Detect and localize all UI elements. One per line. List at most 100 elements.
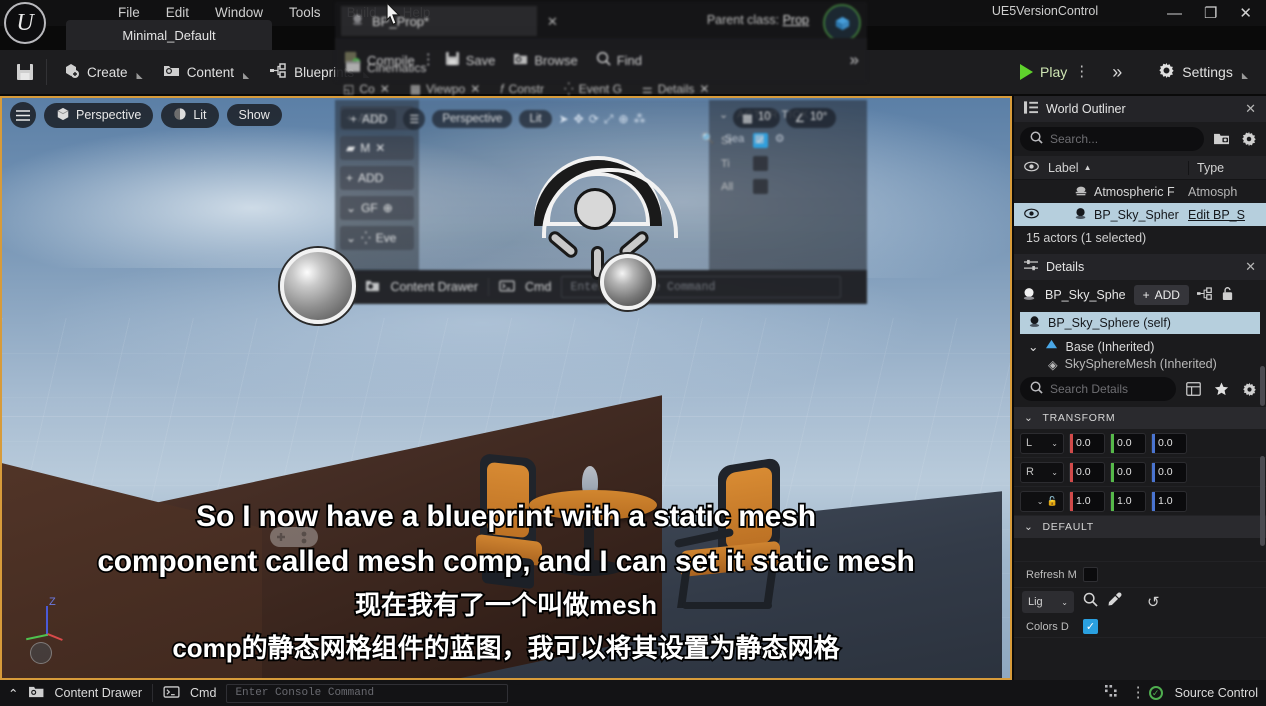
blueprint-tab-close-icon[interactable]: ✕ bbox=[547, 14, 558, 30]
world-space-icon[interactable]: ⊕ bbox=[618, 112, 628, 126]
details-scrollbar-2[interactable] bbox=[1260, 456, 1265, 546]
bp-tab-viewport[interactable]: ▦ Viewpo ✕ bbox=[402, 80, 489, 98]
viewport-lighting-button[interactable]: Lit bbox=[161, 102, 219, 128]
outliner-row-atmospheric-fog[interactable]: Atmospheric F Atmosph bbox=[1014, 180, 1266, 203]
chevron-down-icon[interactable]: ⌄ bbox=[719, 108, 729, 121]
rotation-y-input[interactable]: 0.0 bbox=[1110, 461, 1146, 483]
close-icon[interactable]: ✕ bbox=[470, 82, 480, 96]
details-grid-view-icon[interactable] bbox=[1182, 378, 1204, 400]
angle-snap-control[interactable]: ∠ 10° bbox=[785, 108, 837, 128]
bp-details-search[interactable]: 🔍 Sea ▦ ⚙ bbox=[701, 132, 785, 146]
settings-button[interactable]: Settings ◣ bbox=[1146, 58, 1260, 86]
lock-icon[interactable]: 🔓 bbox=[1047, 496, 1058, 507]
checkbox-icon[interactable] bbox=[753, 179, 768, 194]
rotation-type-select[interactable]: R ⌄ bbox=[1020, 461, 1064, 483]
viewport-nav-knob[interactable] bbox=[30, 642, 52, 664]
bp-tab-construction-assets[interactable]: ◱ Co ✕ bbox=[335, 80, 398, 98]
scale-type-select[interactable]: S ⌄ 🔓 bbox=[1020, 490, 1064, 512]
bp-my-blueprint-row[interactable]: ▰ M ✕ bbox=[340, 136, 414, 160]
bp-lighting-button[interactable]: Lit bbox=[519, 110, 552, 128]
toolbar-overflow-button[interactable]: » bbox=[1092, 62, 1142, 83]
lock-icon[interactable] bbox=[1221, 286, 1234, 304]
world-outliner-close-icon[interactable]: ✕ bbox=[1245, 101, 1256, 117]
color-search-icon[interactable] bbox=[1083, 592, 1098, 612]
content-drawer-button[interactable]: Content Drawer bbox=[54, 686, 142, 700]
gear-icon[interactable]: ⚙ bbox=[775, 132, 785, 145]
blueprint-badge-icon[interactable] bbox=[823, 4, 861, 42]
parent-class-value[interactable]: Prop bbox=[783, 13, 809, 27]
hamburger-icon[interactable]: ☰ bbox=[403, 108, 426, 130]
bp-add-variable-button[interactable]: + ADD bbox=[340, 166, 414, 190]
create-button[interactable]: Create ◣ bbox=[53, 58, 153, 86]
transform-location-row[interactable]: L ⌄ 0.0 0.0 0.0 bbox=[1014, 429, 1266, 458]
console-command-input[interactable]: Enter Console Command bbox=[226, 683, 509, 703]
bp-tab-event-graph[interactable]: ⁛ Event G bbox=[556, 80, 630, 98]
derived-data-icon[interactable] bbox=[1104, 684, 1119, 702]
actor-tick-row[interactable]: Ti bbox=[709, 152, 867, 175]
color-source-select[interactable]: Lig ⌄ bbox=[1022, 591, 1074, 613]
details-favorites-star-icon[interactable] bbox=[1210, 378, 1232, 400]
location-y-input[interactable]: 0.0 bbox=[1110, 432, 1146, 454]
content-drawer-chevron-icon[interactable]: ⌃ bbox=[8, 686, 18, 701]
play-options-icon[interactable]: ⋮ bbox=[1074, 64, 1089, 79]
bp-content-drawer-label[interactable]: Content Drawer bbox=[390, 280, 478, 294]
content-button[interactable]: Content ◣ bbox=[153, 58, 259, 86]
row-type-text[interactable]: Edit BP_S bbox=[1188, 208, 1266, 222]
type-column-header[interactable]: Type bbox=[1188, 160, 1266, 175]
colors-determined-row[interactable]: Colors D ✓ bbox=[1014, 616, 1266, 638]
location-z-input[interactable]: 0.0 bbox=[1151, 432, 1187, 454]
viewport-show-button[interactable]: Show bbox=[226, 104, 282, 126]
chevron-down-icon[interactable]: ⌄ bbox=[1024, 412, 1034, 424]
world-outliner-search-input[interactable]: Search... bbox=[1020, 127, 1204, 151]
scale-z-input[interactable]: 1.0 bbox=[1151, 490, 1187, 512]
chevron-down-icon[interactable]: ⌄ bbox=[346, 231, 356, 245]
save-icon[interactable] bbox=[10, 57, 40, 87]
menu-item-tools[interactable]: Tools bbox=[289, 5, 321, 20]
details-scrollbar[interactable] bbox=[1260, 366, 1265, 406]
world-outliner-tab[interactable]: World Outliner ✕ bbox=[1014, 96, 1266, 122]
reset-to-default-icon[interactable]: ↺ bbox=[1147, 593, 1160, 611]
browse-button[interactable]: Browse bbox=[504, 49, 586, 71]
move-tool-icon[interactable]: ✥ bbox=[574, 112, 584, 126]
label-column-header[interactable]: Label ▲ bbox=[1048, 161, 1188, 175]
bp-perspective-button[interactable]: Perspective bbox=[432, 110, 513, 128]
bp-save-button[interactable]: Save bbox=[436, 49, 505, 71]
add-component-button[interactable]: + ADD bbox=[1133, 285, 1189, 305]
close-icon[interactable]: ✕ bbox=[375, 141, 385, 155]
bp-transform-tools[interactable]: ➤ ✥ ⟳ ⤢ ⊕ ⁂ bbox=[559, 112, 646, 127]
grid-view-icon[interactable]: ▦ bbox=[754, 132, 764, 145]
transform-rotation-row[interactable]: R ⌄ 0.0 0.0 0.0 bbox=[1014, 458, 1266, 487]
default-row-blank[interactable] bbox=[1014, 538, 1266, 562]
maximize-button[interactable]: ❐ bbox=[1204, 4, 1217, 22]
scale-x-input[interactable]: 1.0 bbox=[1069, 490, 1105, 512]
blueprint-tab-bp-prop[interactable]: BP_Prop* bbox=[341, 6, 537, 36]
rotation-x-input[interactable]: 0.0 bbox=[1069, 461, 1105, 483]
outliner-row-bp-sky-sphere[interactable]: BP_Sky_Spher Edit BP_S bbox=[1014, 203, 1266, 226]
details-settings-gear-icon[interactable] bbox=[1238, 378, 1260, 400]
cmd-button[interactable]: Cmd bbox=[190, 686, 216, 700]
minimize-button[interactable]: — bbox=[1167, 5, 1182, 22]
blueprint-link-icon[interactable] bbox=[1196, 287, 1213, 303]
play-button[interactable]: Play ⋮ bbox=[1012, 60, 1089, 84]
refresh-material-checkbox[interactable] bbox=[1083, 567, 1098, 582]
checkbox-icon[interactable] bbox=[753, 156, 768, 171]
transform-section-header[interactable]: ⌄ TRANSFORM bbox=[1014, 407, 1266, 429]
default-section-header[interactable]: ⌄ DEFAULT bbox=[1014, 516, 1266, 538]
viewport-perspective-button[interactable]: Perspective bbox=[44, 102, 154, 128]
bp-toolbar-overflow-icon[interactable]: » bbox=[850, 50, 867, 70]
scale-tool-icon[interactable]: ⤢ bbox=[604, 112, 614, 127]
close-icon[interactable]: ✕ bbox=[699, 82, 709, 96]
outliner-settings-gear-icon[interactable] bbox=[1238, 128, 1260, 150]
details-close-icon[interactable]: ✕ bbox=[1245, 259, 1256, 275]
scale-y-input[interactable]: 1.0 bbox=[1110, 490, 1146, 512]
details-search-input[interactable]: Search Details bbox=[1020, 377, 1176, 401]
unreal-engine-logo-icon[interactable]: U bbox=[4, 2, 46, 44]
bp-cmd-label[interactable]: Cmd bbox=[525, 280, 551, 294]
chevron-down-icon[interactable]: ⌄ bbox=[1024, 521, 1034, 533]
row-visibility-toggle[interactable] bbox=[1014, 208, 1048, 222]
hamburger-icon[interactable] bbox=[10, 102, 36, 128]
create-folder-icon[interactable] bbox=[1210, 128, 1232, 150]
find-button[interactable]: Find bbox=[587, 49, 651, 71]
grid-snap-control[interactable]: ▦ 10 bbox=[733, 108, 780, 128]
refresh-material-row[interactable]: Refresh M bbox=[1014, 562, 1266, 588]
